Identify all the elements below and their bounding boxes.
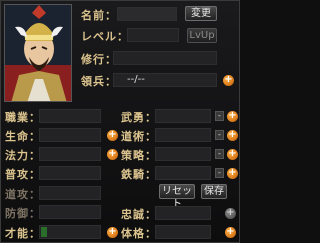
loyalty-plus-icon[interactable]: + bbox=[225, 208, 236, 219]
stat-label-loyalty: 忠誠： bbox=[121, 208, 157, 221]
cavalry-minus-icon[interactable]: - bbox=[215, 168, 224, 178]
hero-portrait bbox=[4, 4, 72, 102]
stat-label-taoism: 道術： bbox=[121, 130, 157, 143]
stat-value-normal-attack bbox=[39, 166, 101, 180]
stat-value-cavalry bbox=[155, 166, 211, 180]
character-status-panel: 名前： 変更 レベル： LvUp 修行： 領兵： --/-- + 職業： 生命：… bbox=[0, 0, 240, 243]
stat-value-physique bbox=[155, 225, 211, 239]
stat-label-strategy: 策略： bbox=[121, 149, 157, 162]
levelup-button[interactable]: LvUp bbox=[187, 28, 217, 43]
talent-plus-icon[interactable]: + bbox=[107, 227, 118, 238]
stat-label-normal-attack: 普攻： bbox=[5, 168, 41, 181]
stat-label-physique: 体格： bbox=[121, 227, 157, 240]
stat-label-mana: 法力： bbox=[5, 149, 41, 162]
stat-value-job bbox=[39, 109, 101, 123]
stat-value-life bbox=[39, 128, 101, 142]
stat-label-defense: 防御： bbox=[5, 207, 41, 220]
taoism-plus-icon[interactable]: + bbox=[227, 130, 238, 141]
taoism-minus-icon[interactable]: - bbox=[215, 130, 224, 140]
stat-value-talent bbox=[39, 225, 101, 239]
territory-label: 領兵： bbox=[81, 75, 117, 88]
territory-value: --/-- bbox=[127, 74, 145, 85]
stat-value-mana bbox=[39, 147, 101, 161]
strategy-minus-icon[interactable]: - bbox=[215, 149, 224, 159]
reset-button[interactable]: リセット bbox=[159, 184, 195, 210]
change-name-button[interactable]: 変更 bbox=[185, 6, 217, 21]
level-field bbox=[127, 28, 179, 42]
name-label: 名前： bbox=[81, 9, 117, 22]
territory-plus-icon[interactable]: + bbox=[223, 75, 234, 86]
level-label: レベル： bbox=[81, 30, 129, 43]
name-field bbox=[117, 7, 177, 21]
physique-plus-icon[interactable]: + bbox=[225, 227, 236, 238]
life-plus-icon[interactable]: + bbox=[107, 130, 118, 141]
cavalry-plus-icon[interactable]: + bbox=[227, 168, 238, 179]
stat-value-valor bbox=[155, 109, 211, 123]
stat-label-life: 生命： bbox=[5, 130, 41, 143]
stat-label-valor: 武勇： bbox=[121, 111, 157, 124]
stat-label-talent: 才能： bbox=[5, 227, 41, 240]
mana-plus-icon[interactable]: + bbox=[107, 149, 118, 160]
stat-label-cavalry: 鉄騎： bbox=[121, 168, 157, 181]
stat-label-job: 職業： bbox=[5, 111, 41, 124]
save-button[interactable]: 保存 bbox=[201, 184, 227, 199]
practice-field bbox=[113, 51, 217, 65]
talent-bar bbox=[41, 227, 47, 237]
valor-plus-icon[interactable]: + bbox=[227, 111, 238, 122]
practice-label: 修行： bbox=[81, 53, 117, 66]
stat-label-magic-attack: 道攻： bbox=[5, 188, 41, 201]
strategy-plus-icon[interactable]: + bbox=[227, 149, 238, 160]
stat-value-defense bbox=[39, 205, 101, 219]
stat-value-magic-attack bbox=[39, 186, 101, 200]
stat-value-taoism bbox=[155, 128, 211, 142]
valor-minus-icon[interactable]: - bbox=[215, 111, 224, 121]
stat-value-strategy bbox=[155, 147, 211, 161]
stat-value-loyalty bbox=[155, 206, 211, 220]
